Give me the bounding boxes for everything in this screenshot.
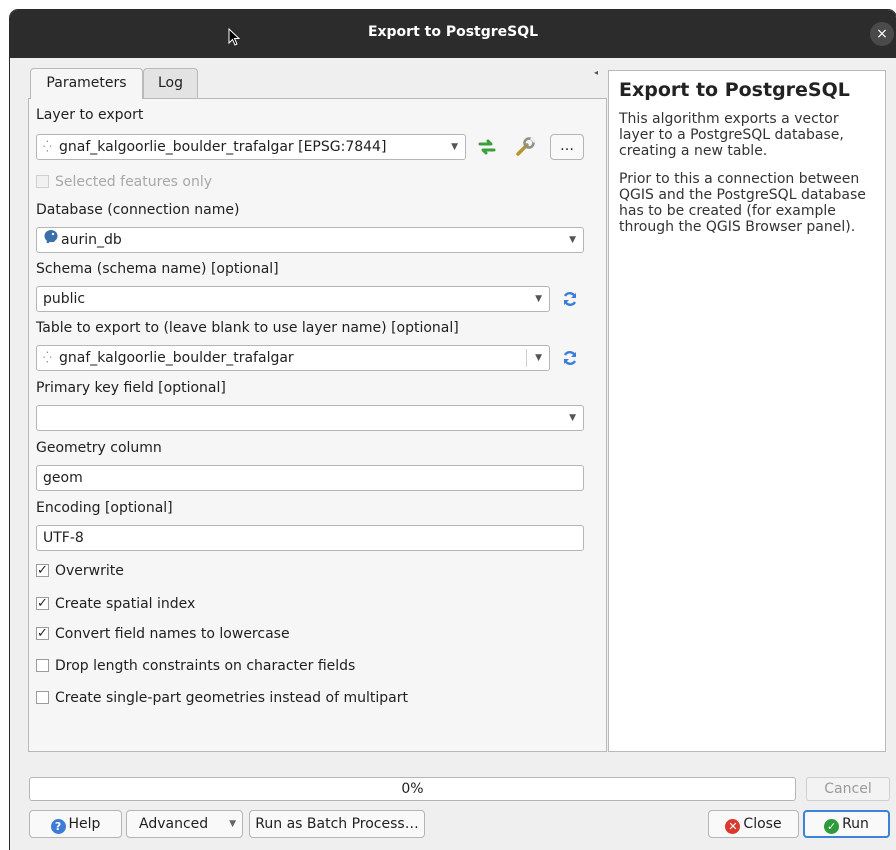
schema-label: Schema (schema name) [optional] bbox=[36, 261, 279, 277]
checkbox-checked-icon bbox=[36, 594, 49, 614]
lowercase-field-names-checkbox[interactable]: Convert field names to lowercase bbox=[36, 624, 290, 644]
help-button[interactable]: ? Help bbox=[29, 810, 122, 838]
checkbox-checked-icon bbox=[36, 624, 49, 644]
postgresql-elephant-icon bbox=[43, 228, 61, 252]
database-combobox[interactable]: aurin_db ▼ bbox=[36, 227, 584, 253]
chevron-down-icon: ▼ bbox=[569, 413, 576, 423]
checkbox-icon bbox=[36, 175, 49, 188]
point-layer-icon: ⁛ bbox=[43, 140, 52, 153]
collapse-arrow-icon[interactable]: ◂ bbox=[594, 68, 598, 77]
primary-key-combobox[interactable]: ▼ bbox=[36, 405, 584, 431]
sync-iterate-icon[interactable] bbox=[476, 136, 498, 158]
tab-log[interactable]: Log bbox=[143, 68, 198, 98]
checkbox-icon bbox=[36, 691, 49, 704]
close-x-icon: ✕ bbox=[725, 819, 741, 834]
refresh-tables-icon[interactable] bbox=[562, 350, 578, 366]
progress-bar: 0% bbox=[29, 777, 796, 801]
primary-key-label: Primary key field [optional] bbox=[36, 380, 226, 396]
checkbox-checked-icon bbox=[36, 561, 49, 581]
title-bar[interactable]: Export to PostgreSQL × bbox=[10, 10, 896, 58]
refresh-schemas-icon[interactable] bbox=[562, 291, 578, 307]
chevron-down-icon: ▼ bbox=[569, 235, 576, 245]
table-value: gnaf_kalgoorlie_boulder_trafalgar bbox=[59, 350, 294, 366]
run-button[interactable]: ✓ Run bbox=[803, 810, 890, 838]
algorithm-help-panel: Export to PostgreSQL This algorithm expo… bbox=[608, 70, 886, 752]
layer-label: Layer to export bbox=[36, 107, 144, 123]
database-label: Database (connection name) bbox=[36, 202, 240, 218]
table-label: Table to export to (leave blank to use l… bbox=[36, 320, 459, 336]
mouse-cursor-icon bbox=[228, 28, 241, 46]
schema-combobox[interactable]: public ▼ bbox=[36, 286, 550, 312]
chevron-down-icon: ▼ bbox=[535, 353, 542, 363]
tab-parameters[interactable]: Parameters bbox=[30, 68, 143, 99]
cancel-button[interactable]: Cancel bbox=[806, 777, 890, 801]
database-value: aurin_db bbox=[61, 232, 122, 248]
create-spatial-index-checkbox[interactable]: Create spatial index bbox=[36, 594, 195, 614]
geometry-column-label: Geometry column bbox=[36, 440, 162, 456]
chevron-down-icon: ▼ bbox=[451, 142, 458, 152]
close-button[interactable]: ✕ Close bbox=[708, 810, 799, 838]
geometry-column-input[interactable]: geom bbox=[36, 465, 584, 491]
schema-value: public bbox=[43, 291, 86, 307]
layer-value: gnaf_kalgoorlie_boulder_trafalgar [EPSG:… bbox=[59, 139, 387, 155]
chevron-down-icon: ▼ bbox=[535, 294, 542, 304]
encoding-input[interactable]: UTF-8 bbox=[36, 525, 584, 551]
dialog-window: Export to PostgreSQL × Parameters Log ◂ … bbox=[10, 10, 896, 850]
progress-text: 0% bbox=[401, 781, 424, 797]
selected-features-checkbox[interactable]: Selected features only bbox=[36, 172, 212, 192]
run-batch-button[interactable]: Run as Batch Process… bbox=[249, 810, 425, 838]
point-layer-icon: ⁛ bbox=[43, 351, 52, 364]
table-combobox[interactable]: ⁛ gnaf_kalgoorlie_boulder_trafalgar ▼ bbox=[36, 345, 550, 371]
single-part-geometries-checkbox[interactable]: Create single-part geometries instead of… bbox=[36, 688, 408, 708]
window-title: Export to PostgreSQL bbox=[367, 24, 539, 40]
help-question-icon: ? bbox=[50, 819, 66, 834]
overwrite-checkbox[interactable]: Overwrite bbox=[36, 561, 124, 581]
help-prerequisite: Prior to this a connection between QGIS … bbox=[619, 171, 866, 235]
chevron-down-icon: ▼ bbox=[229, 819, 236, 829]
window-close-button[interactable]: × bbox=[870, 22, 894, 46]
layer-combobox[interactable]: ⁛ gnaf_kalgoorlie_boulder_trafalgar [EPSG… bbox=[36, 134, 466, 160]
layer-options-button[interactable]: … bbox=[550, 134, 584, 160]
help-description: This algorithm exports a vector layer to… bbox=[619, 111, 844, 159]
run-checkmark-icon: ✓ bbox=[824, 819, 840, 834]
checkbox-icon bbox=[36, 659, 49, 672]
help-title: Export to PostgreSQL bbox=[619, 79, 850, 101]
advanced-button[interactable]: Advanced ▼ bbox=[126, 810, 243, 838]
wrench-icon[interactable] bbox=[513, 135, 537, 159]
encoding-label: Encoding [optional] bbox=[36, 500, 173, 516]
drop-length-constraints-checkbox[interactable]: Drop length constraints on character fie… bbox=[36, 656, 355, 676]
